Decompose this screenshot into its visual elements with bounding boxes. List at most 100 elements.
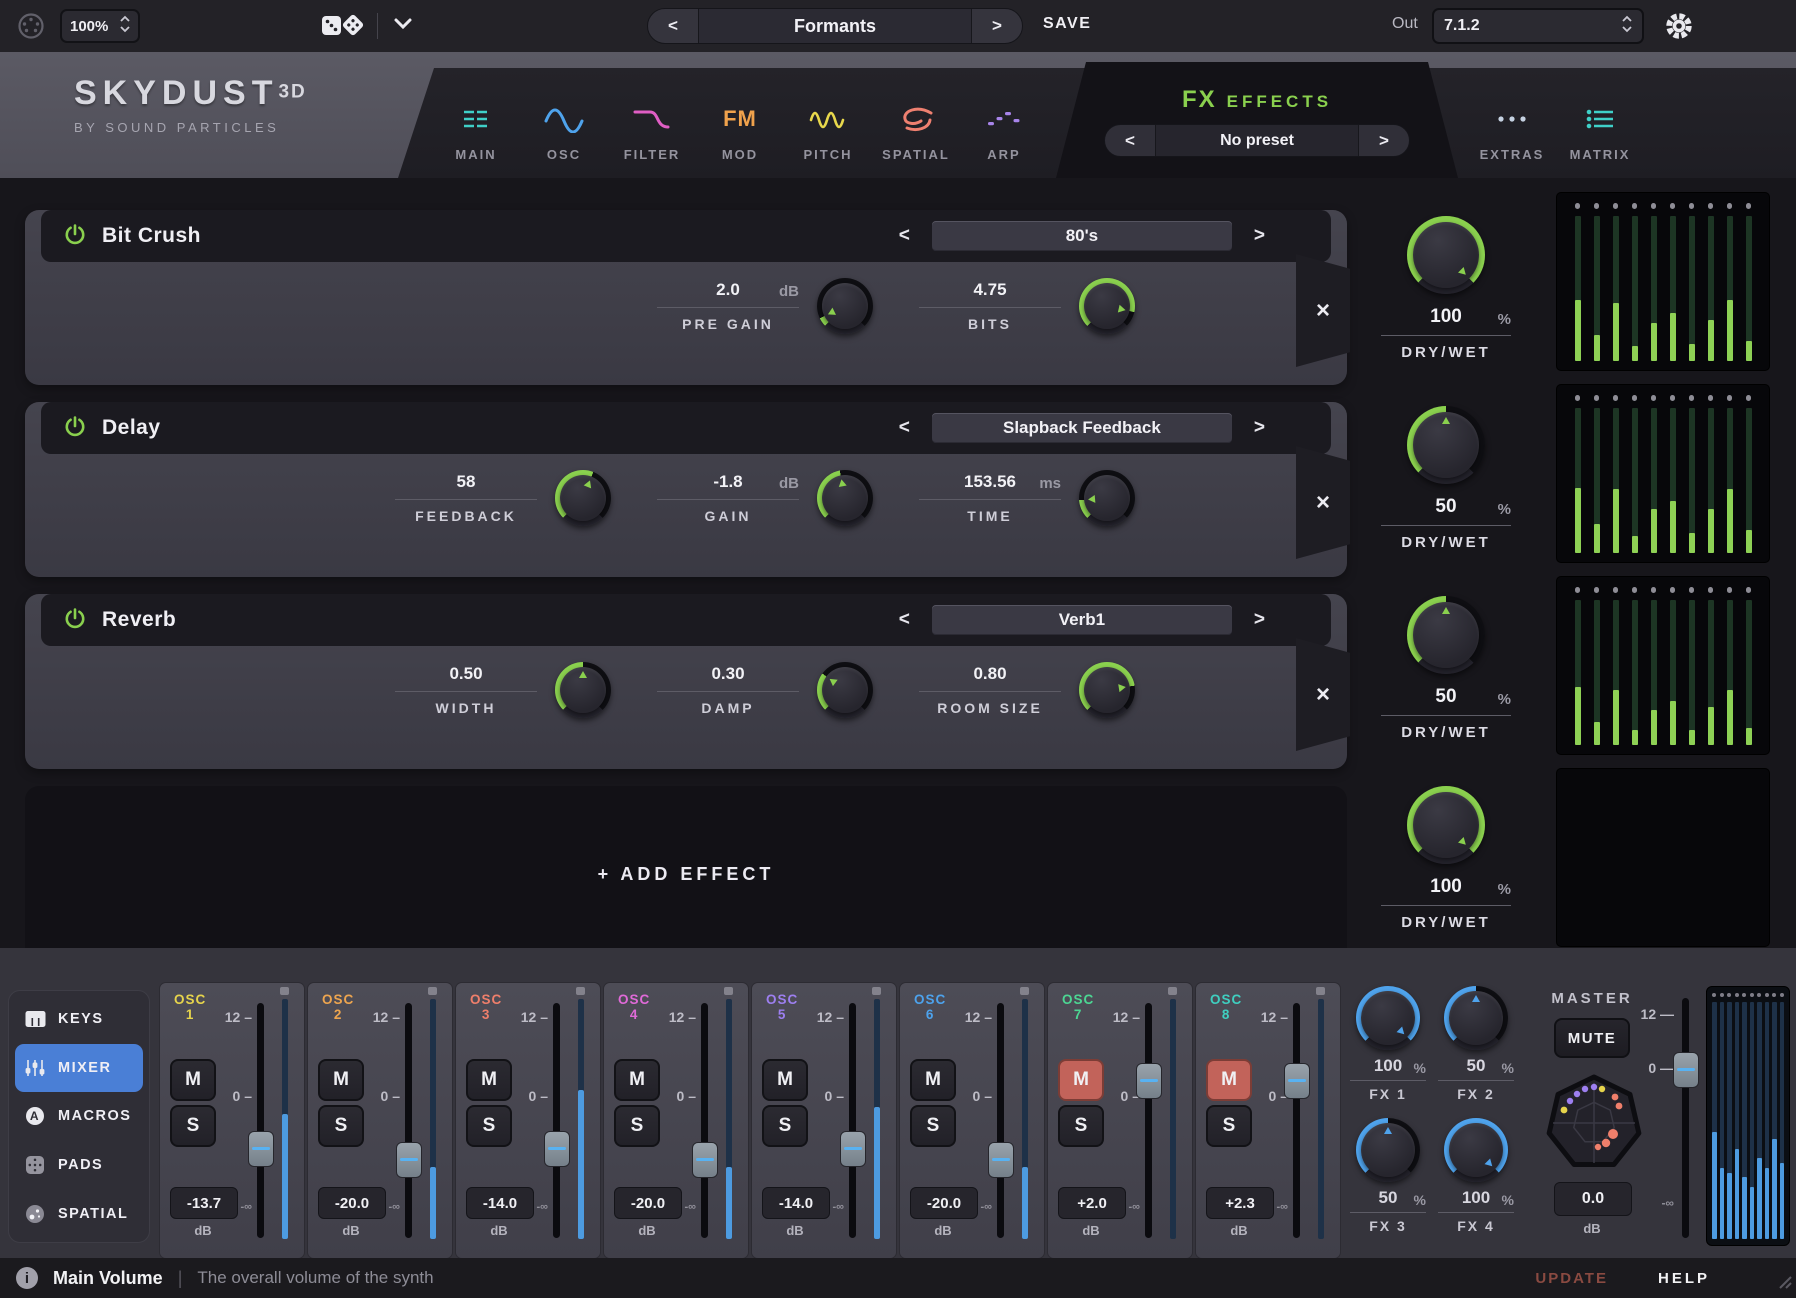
- close-icon[interactable]: ×: [1310, 682, 1336, 708]
- dry-wet-knob[interactable]: [1407, 596, 1485, 674]
- param-knob[interactable]: [817, 662, 873, 718]
- preset-next-button[interactable]: >: [972, 9, 1022, 43]
- solo-button[interactable]: S: [1058, 1105, 1104, 1147]
- solo-button[interactable]: S: [466, 1105, 512, 1147]
- tab-extras[interactable]: EXTRAS: [1468, 68, 1556, 178]
- param-knob[interactable]: [1079, 278, 1135, 334]
- fx-preset-prev-button[interactable]: <: [1105, 125, 1155, 156]
- preset-prev-button[interactable]: <: [648, 9, 698, 43]
- chevron-down-icon[interactable]: [392, 16, 414, 35]
- param-knob[interactable]: [817, 470, 873, 526]
- tab-matrix[interactable]: MATRIX: [1556, 68, 1644, 178]
- tab-arp[interactable]: ARP: [960, 78, 1048, 178]
- fader-handle[interactable]: [396, 1142, 422, 1178]
- mute-button[interactable]: M: [1058, 1059, 1104, 1101]
- output-format-select[interactable]: 7.1.2: [1432, 8, 1644, 44]
- resize-grip-icon[interactable]: [1776, 1273, 1792, 1294]
- tab-spatial[interactable]: SPATIAL: [872, 78, 960, 178]
- randomize-dice-icon[interactable]: [320, 10, 366, 47]
- fader-handle[interactable]: [1284, 1063, 1310, 1099]
- volume-fader[interactable]: [849, 1003, 856, 1238]
- sidebar-item-pads[interactable]: PADS: [15, 1141, 143, 1190]
- power-icon[interactable]: [63, 414, 87, 443]
- preset-next-button[interactable]: >: [1248, 224, 1271, 248]
- volume-fader[interactable]: [701, 1003, 708, 1238]
- power-icon[interactable]: [63, 606, 87, 635]
- solo-button[interactable]: S: [1206, 1105, 1252, 1147]
- close-icon[interactable]: ×: [1310, 298, 1336, 324]
- fader-handle[interactable]: [840, 1131, 866, 1167]
- volume-fader[interactable]: [1145, 1003, 1152, 1238]
- mute-button[interactable]: M: [318, 1059, 364, 1101]
- fader-handle[interactable]: [248, 1131, 274, 1167]
- fader-handle[interactable]: [544, 1131, 570, 1167]
- global-preset-value[interactable]: Formants: [698, 9, 972, 43]
- volume-fader[interactable]: [997, 1003, 1004, 1238]
- effect-preset-value[interactable]: 80's: [932, 221, 1232, 251]
- preset-next-button[interactable]: >: [1248, 608, 1271, 632]
- preset-prev-button[interactable]: <: [893, 224, 916, 248]
- sidebar-item-mixer[interactable]: MIXER: [15, 1044, 143, 1093]
- mute-button[interactable]: M: [170, 1059, 216, 1101]
- gear-icon[interactable]: [1664, 11, 1694, 46]
- dry-wet-knob[interactable]: [1407, 216, 1485, 294]
- effect-preset-value[interactable]: Slapback Feedback: [932, 413, 1232, 443]
- fx-preset-value[interactable]: No preset: [1155, 125, 1359, 156]
- fx-send-knob[interactable]: [1356, 1118, 1420, 1182]
- fx-send-knob[interactable]: [1444, 1118, 1508, 1182]
- tab-pitch[interactable]: PITCH: [784, 78, 872, 178]
- fx-preset-next-button[interactable]: >: [1359, 125, 1409, 156]
- zoom-stepper[interactable]: 100%: [60, 9, 140, 43]
- solo-button[interactable]: S: [614, 1105, 660, 1147]
- fader-handle[interactable]: [1136, 1063, 1162, 1099]
- spatial-display[interactable]: [1544, 1073, 1644, 1173]
- stepper-arrows-icon[interactable]: [1622, 15, 1632, 38]
- help-link[interactable]: HELP: [1658, 1270, 1710, 1287]
- effect-preset-value[interactable]: Verb1: [932, 605, 1232, 635]
- solo-button[interactable]: S: [910, 1105, 956, 1147]
- sidebar-item-spatial[interactable]: SPATIAL: [15, 1189, 143, 1238]
- param-knob[interactable]: [555, 662, 611, 718]
- dry-wet-knob[interactable]: [1407, 786, 1485, 864]
- volume-fader[interactable]: [257, 1003, 264, 1238]
- tab-mod[interactable]: FM MOD: [696, 78, 784, 178]
- fx-send-knob[interactable]: [1356, 986, 1420, 1050]
- midi-icon[interactable]: [16, 11, 46, 41]
- fader-handle[interactable]: [692, 1142, 718, 1178]
- param-knob[interactable]: [817, 278, 873, 334]
- preset-prev-button[interactable]: <: [893, 608, 916, 632]
- mute-button[interactable]: M: [762, 1059, 808, 1101]
- dry-wet-knob[interactable]: [1407, 406, 1485, 484]
- mute-button[interactable]: M: [1206, 1059, 1252, 1101]
- add-effect-button[interactable]: + ADD EFFECT: [25, 786, 1347, 963]
- param-knob[interactable]: [1079, 470, 1135, 526]
- update-link[interactable]: UPDATE: [1535, 1270, 1608, 1287]
- power-icon[interactable]: [63, 222, 87, 251]
- solo-button[interactable]: S: [762, 1105, 808, 1147]
- tab-osc[interactable]: OSC: [520, 78, 608, 178]
- fader-handle[interactable]: [988, 1142, 1014, 1178]
- mute-button[interactable]: M: [466, 1059, 512, 1101]
- param-knob[interactable]: [1079, 662, 1135, 718]
- volume-fader[interactable]: [405, 1003, 412, 1238]
- save-button[interactable]: SAVE: [1037, 14, 1097, 34]
- mute-button[interactable]: M: [910, 1059, 956, 1101]
- tab-main[interactable]: MAIN: [432, 78, 520, 178]
- solo-button[interactable]: S: [318, 1105, 364, 1147]
- param-knob[interactable]: [555, 470, 611, 526]
- mute-button[interactable]: M: [614, 1059, 660, 1101]
- preset-next-button[interactable]: >: [1248, 416, 1271, 440]
- tab-filter[interactable]: FILTER: [608, 78, 696, 178]
- stepper-arrows-icon[interactable]: [120, 15, 130, 38]
- sidebar-item-macros[interactable]: A MACROS: [15, 1092, 143, 1141]
- preset-prev-button[interactable]: <: [893, 416, 916, 440]
- master-fader-handle[interactable]: [1673, 1052, 1699, 1088]
- sidebar-item-keys[interactable]: KEYS: [15, 995, 143, 1044]
- volume-fader[interactable]: [553, 1003, 560, 1238]
- master-fader[interactable]: [1682, 998, 1689, 1238]
- fx-send-knob[interactable]: [1444, 986, 1508, 1050]
- volume-fader[interactable]: [1293, 1003, 1300, 1238]
- master-mute-button[interactable]: MUTE: [1554, 1018, 1630, 1058]
- close-icon[interactable]: ×: [1310, 490, 1336, 516]
- solo-button[interactable]: S: [170, 1105, 216, 1147]
